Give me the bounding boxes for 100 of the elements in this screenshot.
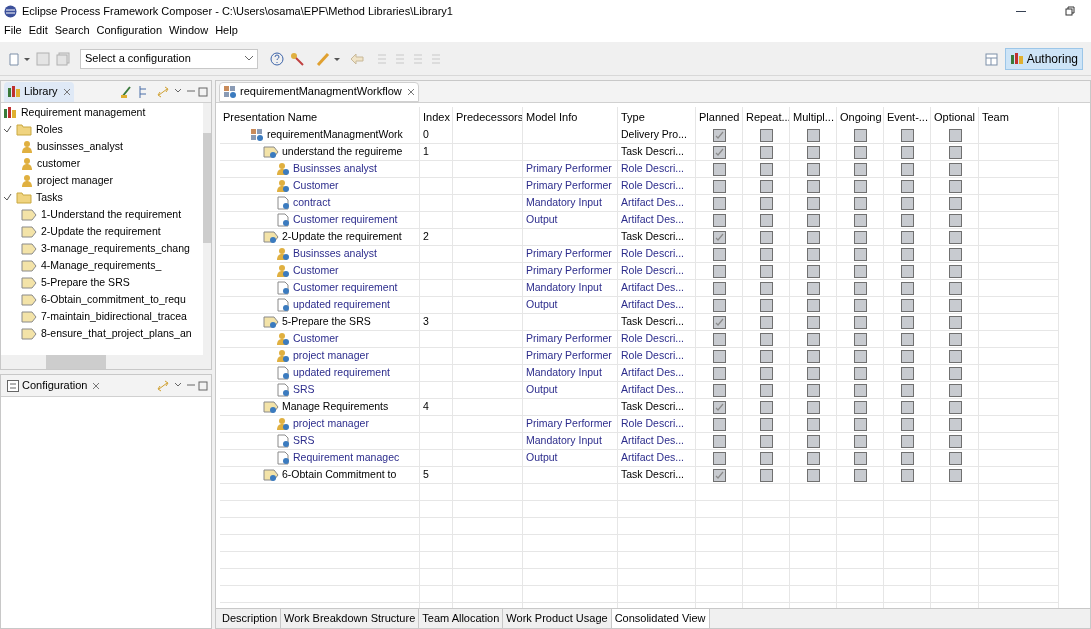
- checkbox[interactable]: [948, 264, 962, 278]
- configuration-dropdown[interactable]: Select a configuration: [80, 48, 258, 69]
- expand-toggle-icon[interactable]: [3, 193, 12, 202]
- checkbox[interactable]: [760, 298, 773, 312]
- checkbox[interactable]: [948, 417, 962, 431]
- checkbox[interactable]: [948, 383, 962, 397]
- checkbox[interactable]: [948, 213, 962, 227]
- checkbox[interactable]: [854, 434, 867, 448]
- checkbox[interactable]: [854, 162, 867, 176]
- checkbox[interactable]: [807, 451, 820, 465]
- checkbox[interactable]: [948, 179, 962, 193]
- menu-item[interactable]: Search: [54, 21, 90, 39]
- checkbox[interactable]: [901, 417, 914, 431]
- tree-item[interactable]: Requirement management: [21, 104, 146, 121]
- checkbox[interactable]: [713, 332, 726, 346]
- vertical-scrollbar[interactable]: [203, 103, 211, 355]
- checkbox[interactable]: [760, 213, 773, 227]
- checkbox[interactable]: [760, 315, 773, 329]
- checkbox[interactable]: [901, 281, 914, 295]
- checkbox[interactable]: [854, 349, 867, 363]
- checkbox[interactable]: [760, 162, 773, 176]
- checkbox[interactable]: [854, 400, 867, 414]
- checkbox[interactable]: [854, 298, 867, 312]
- checkbox[interactable]: [713, 179, 726, 193]
- checkbox[interactable]: [901, 230, 914, 244]
- checkbox[interactable]: [713, 349, 726, 363]
- checkbox[interactable]: [760, 366, 773, 380]
- menu-item[interactable]: Edit: [28, 21, 48, 39]
- checkbox[interactable]: [713, 383, 726, 397]
- help-icon[interactable]: [270, 51, 284, 66]
- checkbox[interactable]: [901, 247, 914, 261]
- checkbox[interactable]: [854, 468, 867, 482]
- checkbox[interactable]: [760, 281, 773, 295]
- checkbox[interactable]: [901, 383, 914, 397]
- checkbox[interactable]: [713, 366, 726, 380]
- horizontal-scrollbar[interactable]: [1, 355, 211, 369]
- checkbox[interactable]: [948, 349, 962, 363]
- column-header[interactable]: Planned: [696, 107, 743, 127]
- menu-item[interactable]: Window: [169, 21, 209, 39]
- checkbox[interactable]: [854, 417, 867, 431]
- checkbox[interactable]: [854, 383, 867, 397]
- checkbox[interactable]: [807, 298, 820, 312]
- page-tab[interactable]: Work Product Usage: [503, 609, 612, 628]
- editor-tab[interactable]: requirementManagmentWorkflow: [219, 81, 419, 102]
- checkbox[interactable]: [948, 332, 962, 346]
- menu-item[interactable]: Help: [215, 21, 238, 39]
- checkbox[interactable]: [948, 298, 962, 312]
- checkbox[interactable]: [807, 162, 820, 176]
- checkbox[interactable]: [760, 349, 773, 363]
- view-menu-icon[interactable]: [174, 86, 208, 97]
- checkbox[interactable]: [760, 417, 773, 431]
- checkbox[interactable]: [854, 179, 867, 193]
- checkbox[interactable]: [854, 264, 867, 278]
- checkbox[interactable]: [901, 179, 914, 193]
- column-header[interactable]: Ongoing: [837, 107, 884, 127]
- checkbox[interactable]: [854, 196, 867, 210]
- close-icon[interactable]: [92, 381, 101, 390]
- checkbox[interactable]: [901, 213, 914, 227]
- checkbox[interactable]: [713, 247, 726, 261]
- checkbox[interactable]: [760, 434, 773, 448]
- checkbox[interactable]: [854, 281, 867, 295]
- checkbox[interactable]: [807, 213, 820, 227]
- tree-item[interactable]: 6-Obtain_commitment_to_requ: [41, 291, 186, 308]
- column-header[interactable]: Presentation Name: [220, 107, 420, 127]
- checkbox[interactable]: [807, 281, 820, 295]
- checkbox[interactable]: [713, 145, 726, 159]
- checkbox[interactable]: [807, 128, 820, 142]
- tree-item[interactable]: 3-manage_requirements_chang: [41, 240, 190, 257]
- page-tab[interactable]: Team Allocation: [419, 609, 504, 628]
- menu-item[interactable]: File: [4, 21, 22, 39]
- checkbox[interactable]: [760, 468, 773, 482]
- checkbox[interactable]: [713, 162, 726, 176]
- checkbox[interactable]: [713, 264, 726, 278]
- checkbox[interactable]: [713, 434, 726, 448]
- checkbox[interactable]: [854, 366, 867, 380]
- checkbox[interactable]: [713, 230, 726, 244]
- tree-item[interactable]: project manager: [37, 172, 113, 189]
- checkbox[interactable]: [760, 179, 773, 193]
- checkbox[interactable]: [807, 383, 820, 397]
- checkbox[interactable]: [807, 179, 820, 193]
- expand-toggle-icon[interactable]: [3, 125, 12, 134]
- checkbox[interactable]: [901, 128, 914, 142]
- checkbox[interactable]: [948, 468, 962, 482]
- checkbox[interactable]: [901, 349, 914, 363]
- perspective-button[interactable]: Authoring: [1004, 47, 1083, 70]
- checkbox[interactable]: [948, 247, 962, 261]
- tree-item[interactable]: 4-Manage_requirements_: [41, 257, 162, 274]
- menu-item[interactable]: Configuration: [96, 21, 162, 39]
- new-file-icon[interactable]: [8, 51, 30, 66]
- checkbox[interactable]: [948, 315, 962, 329]
- checkbox[interactable]: [901, 298, 914, 312]
- column-header[interactable]: Repeat...: [743, 107, 790, 127]
- checkbox[interactable]: [713, 298, 726, 312]
- checkbox[interactable]: [713, 468, 726, 482]
- checkbox[interactable]: [760, 400, 773, 414]
- checkbox[interactable]: [807, 434, 820, 448]
- checkbox[interactable]: [901, 196, 914, 210]
- checkbox[interactable]: [807, 264, 820, 278]
- page-tab[interactable]: Work Breakdown Structure: [281, 609, 420, 628]
- checkbox[interactable]: [901, 400, 914, 414]
